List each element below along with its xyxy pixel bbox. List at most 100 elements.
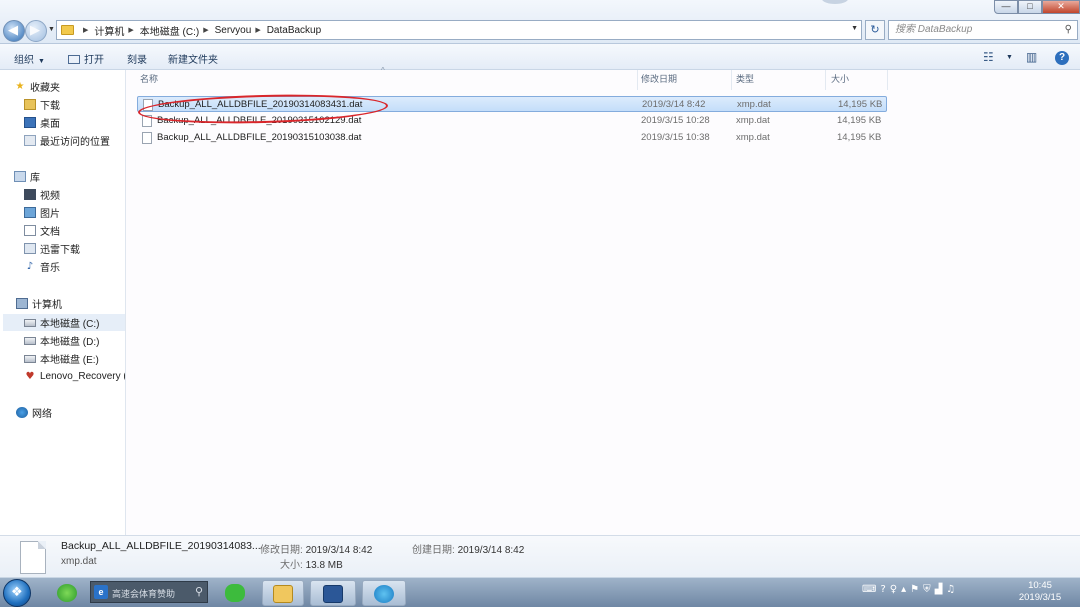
nav-drive-e[interactable]: 本地磁盘 (E:): [24, 350, 149, 367]
details-file-name: Backup_ALL_ALLDBFILE_20190314083...: [61, 540, 261, 552]
taskbar-app-explorer[interactable]: [262, 580, 304, 606]
file-row[interactable]: Backup_ALL_ALLDBFILE_20190315103038.dat …: [137, 130, 887, 146]
wechat-icon: [225, 584, 245, 602]
details-created-value: 2019/3/14 8:42: [457, 545, 525, 556]
breadcrumb-servyou[interactable]: Servyou: [215, 25, 252, 36]
column-divider[interactable]: [825, 70, 826, 90]
column-header-name[interactable]: 名称: [140, 72, 158, 85]
taskbar-search-text: 高速会体育赞助: [112, 589, 176, 599]
column-divider[interactable]: [887, 70, 888, 90]
download-library-icon: [24, 243, 36, 254]
new-folder-button[interactable]: 新建文件夹: [168, 51, 218, 66]
maximize-button[interactable]: □: [1018, 0, 1042, 14]
details-modified-label: 修改日期:: [260, 545, 303, 556]
taskbar-search[interactable]: e 高速会体育赞助 ⚲: [90, 581, 208, 603]
taskbar-app-word[interactable]: [310, 580, 356, 606]
nav-videos[interactable]: 视频: [24, 186, 149, 203]
tray-item-icon[interactable]: ♀: [890, 584, 897, 595]
minimize-button[interactable]: —: [994, 0, 1018, 14]
close-button[interactable]: ✕: [1042, 0, 1080, 14]
breadcrumb: ▶ 计算机 ▶ 本地磁盘 (C:) ▶ Servyou ▶ DataBackup: [79, 23, 321, 38]
taskbar-app-browser[interactable]: [362, 580, 406, 606]
column-divider[interactable]: [731, 70, 732, 90]
word-icon: [323, 585, 343, 603]
start-button[interactable]: ❖: [3, 579, 31, 607]
address-input[interactable]: ▶ 计算机 ▶ 本地磁盘 (C:) ▶ Servyou ▶ DataBackup…: [56, 20, 862, 40]
search-input[interactable]: 搜索 DataBackup ⚲: [888, 20, 1078, 40]
refresh-button[interactable]: ↻: [865, 20, 885, 40]
nav-documents[interactable]: 文档: [24, 222, 149, 239]
breadcrumb-separator-icon[interactable]: ▶: [83, 26, 88, 34]
nav-music[interactable]: ♪ 音乐: [24, 258, 149, 275]
column-header-size[interactable]: 大小: [831, 72, 849, 85]
nav-label: 本地磁盘 (D:): [40, 337, 100, 348]
taskbar-app-wechat[interactable]: [214, 580, 256, 606]
nav-downloads[interactable]: 下载: [24, 96, 149, 113]
recent-pages-dropdown[interactable]: ▼: [48, 26, 55, 33]
file-type: xmp.dat: [737, 99, 771, 110]
nav-label: 最近访问的位置: [40, 137, 110, 148]
caret-down-icon: ▼: [38, 58, 45, 65]
back-button[interactable]: ◀: [3, 20, 25, 42]
breadcrumb-separator-icon[interactable]: ▶: [255, 26, 260, 34]
details-created-label: 创建日期:: [412, 545, 455, 556]
nav-computer[interactable]: 计算机: [16, 295, 141, 312]
keyboard-icon[interactable]: ⌨: [862, 584, 876, 595]
nav-drive-c[interactable]: 本地磁盘 (C:): [3, 314, 125, 331]
sort-ascending-icon: ^: [381, 66, 385, 75]
video-icon: [24, 189, 36, 200]
nav-favorites[interactable]: ★ 收藏夹: [14, 78, 139, 95]
nav-label: 收藏夹: [30, 83, 60, 94]
taskbar-app-360[interactable]: [50, 580, 84, 606]
drive-icon: [24, 336, 36, 345]
view-options-icon[interactable]: ☷: [983, 50, 994, 64]
nav-drive-d[interactable]: 本地磁盘 (D:): [24, 332, 149, 349]
drive-icon: [24, 318, 36, 327]
nav-recent-places[interactable]: 最近访问的位置: [24, 132, 149, 149]
organize-button[interactable]: 组织 ▼: [14, 51, 45, 66]
column-header-modified[interactable]: 修改日期: [641, 72, 677, 85]
system-clock[interactable]: 10:45 2019/3/15: [1014, 580, 1066, 604]
app-360-icon: [57, 584, 77, 602]
column-divider[interactable]: [637, 70, 638, 90]
nav-label: 网络: [32, 409, 52, 420]
breadcrumb-separator-icon[interactable]: ▶: [128, 26, 133, 34]
security-icon[interactable]: ⛨: [923, 584, 931, 595]
search-icon[interactable]: ⚲: [1065, 21, 1072, 39]
forward-button[interactable]: ▶: [25, 20, 47, 42]
breadcrumb-computer[interactable]: 计算机: [94, 23, 124, 38]
volume-icon[interactable]: ♫: [946, 584, 955, 595]
folder-icon: [61, 25, 74, 35]
preview-pane-icon[interactable]: ▥: [1026, 50, 1037, 64]
nav-label: 下载: [40, 101, 60, 112]
nav-lenovo-recovery[interactable]: ♥ Lenovo_Recovery (: [24, 368, 125, 385]
nav-label: 本地磁盘 (C:): [40, 319, 100, 330]
nav-libraries[interactable]: 库: [14, 168, 139, 185]
file-size: 14,195 KB: [837, 115, 882, 126]
show-hidden-icon[interactable]: ▴: [901, 584, 906, 595]
help-tray-icon[interactable]: ?: [880, 584, 885, 595]
nav-label: 本地磁盘 (E:): [40, 355, 99, 366]
details-modified-value: 2019/3/14 8:42: [305, 545, 373, 556]
nav-desktop[interactable]: 桌面: [24, 114, 149, 131]
address-dropdown-icon[interactable]: ▼: [851, 25, 858, 32]
help-icon[interactable]: ?: [1055, 51, 1069, 65]
breadcrumb-separator-icon[interactable]: ▶: [203, 26, 208, 34]
nav-thunder-downloads[interactable]: 迅雷下载: [24, 240, 149, 257]
search-icon: ⚲: [194, 585, 203, 598]
organize-label: 组织: [14, 55, 34, 66]
breadcrumb-databackup[interactable]: DataBackup: [267, 25, 321, 36]
explorer-folder-icon: [273, 585, 293, 603]
view-dropdown-icon[interactable]: ▼: [1002, 51, 1013, 62]
flag-icon[interactable]: ⚑: [910, 584, 919, 595]
nav-pictures[interactable]: 图片: [24, 204, 149, 221]
nav-network[interactable]: 网络: [16, 404, 141, 421]
command-bar: 组织 ▼ 打开 刻录 新建文件夹 ☷ ▼ ▥ ?: [0, 44, 1080, 70]
burn-button[interactable]: 刻录: [127, 51, 147, 66]
open-button[interactable]: 打开: [68, 51, 104, 66]
details-modified: 修改日期: 2019/3/14 8:42: [260, 541, 372, 556]
network-signal-icon[interactable]: ▟: [935, 584, 943, 595]
column-header-type[interactable]: 类型: [736, 72, 754, 85]
breadcrumb-drive-c[interactable]: 本地磁盘 (C:): [140, 23, 199, 38]
nav-label: 桌面: [40, 119, 60, 130]
